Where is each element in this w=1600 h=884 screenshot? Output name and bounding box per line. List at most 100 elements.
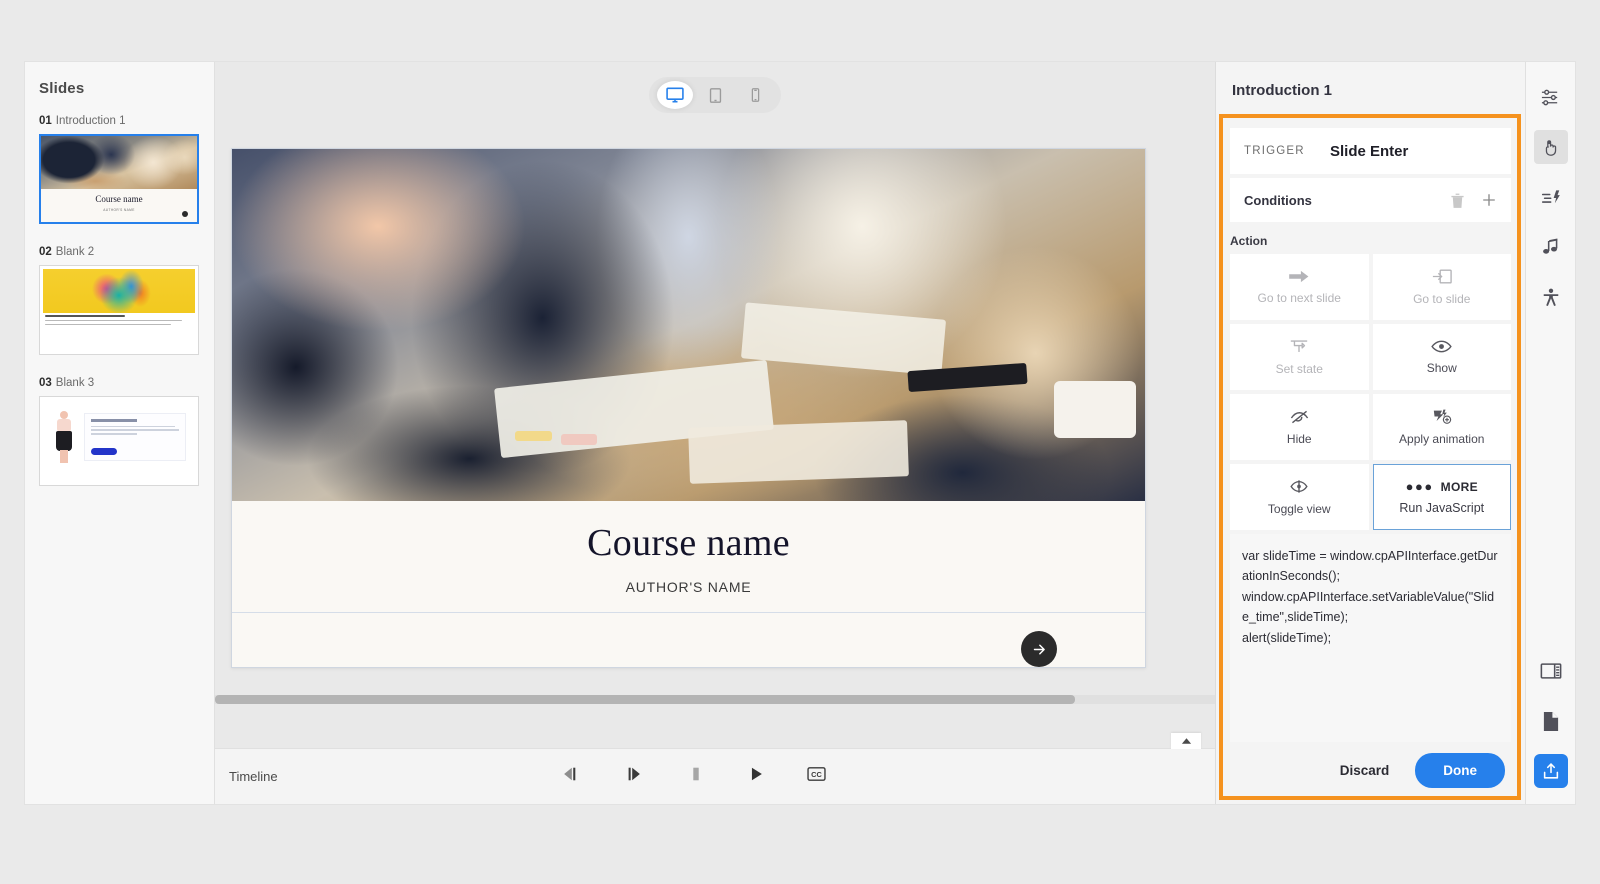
slide-thumbnail-2[interactable]	[39, 265, 199, 355]
more-dots-icon: ●●●	[1405, 479, 1434, 494]
rail-timing-button[interactable]	[1534, 180, 1568, 214]
action-section-label: Action	[1230, 234, 1268, 248]
rail-audio-button[interactable]	[1534, 230, 1568, 264]
stop-icon	[693, 767, 699, 781]
trigger-row[interactable]: TRIGGER Slide Enter	[1230, 128, 1511, 174]
action-go-to-next-slide[interactable]: Go to next slide	[1230, 254, 1369, 320]
timeline-playback-controls: CC	[559, 765, 826, 788]
slide-3-thumb-body	[44, 401, 194, 481]
rail-accessibility-button[interactable]	[1534, 280, 1568, 314]
accessibility-icon	[1543, 288, 1558, 306]
discard-button[interactable]: Discard	[1328, 755, 1402, 786]
rail-publish-button[interactable]	[1533, 754, 1568, 788]
action-apply-animation[interactable]: Apply animation	[1372, 394, 1511, 460]
slide-canvas[interactable]: Course name AUTHOR'S NAME	[231, 148, 1146, 668]
chevron-up-icon	[1181, 738, 1191, 744]
slide-item-1-number: 01	[39, 115, 52, 127]
tablet-icon	[709, 87, 721, 103]
rail-properties-button[interactable]	[1534, 80, 1568, 114]
slide-item-2[interactable]: 02 Blank 2	[25, 246, 214, 377]
tablet-preview-button[interactable]	[697, 81, 733, 109]
cc-icon: CC	[807, 767, 826, 781]
conditions-delete-button[interactable]	[1450, 192, 1465, 209]
slide-item-1-name: Introduction 1	[55, 115, 126, 127]
action-go-to-slide[interactable]: Go to slide	[1372, 254, 1511, 320]
slide-divider	[232, 612, 1145, 613]
canvas-scroll-area[interactable]: Course name AUTHOR'S NAME	[215, 128, 1215, 748]
set-state-icon	[1289, 338, 1309, 355]
javascript-code-editor[interactable]: var slideTime = window.cpAPIInterface.ge…	[1230, 534, 1511, 742]
device-toggle-group	[649, 77, 781, 113]
slide-subtitle-text[interactable]: AUTHOR'S NAME	[232, 579, 1145, 595]
authoring-app-window: Slides 01 Introduction 1 Course name AUTH…	[25, 62, 1575, 804]
slide-item-3-number: 03	[39, 377, 52, 389]
action-hide[interactable]: Hide	[1230, 394, 1369, 460]
device-preview-bar	[215, 62, 1215, 128]
interactions-hand-icon	[1545, 139, 1556, 156]
interactions-panel-header: Introduction 1	[1232, 81, 1332, 99]
mobile-preview-button[interactable]	[737, 81, 773, 109]
slide-hero-image[interactable]	[232, 149, 1145, 501]
animation-icon	[1432, 408, 1452, 425]
slide-item-2-name: Blank 2	[55, 246, 95, 258]
rail-document-button[interactable]	[1534, 704, 1568, 738]
slide-thumbnail-3[interactable]	[39, 396, 199, 486]
slide-next-button[interactable]	[1021, 631, 1057, 667]
action-more-run-javascript[interactable]: ●●● MORE Run JavaScript	[1372, 464, 1511, 530]
conditions-row: Conditions	[1230, 178, 1511, 222]
slide-item-2-number: 02	[39, 246, 52, 258]
slide-item-3-name: Blank 3	[55, 377, 95, 389]
desktop-preview-button[interactable]	[657, 81, 693, 109]
trigger-label: TRIGGER	[1244, 145, 1305, 157]
svg-text:CC: CC	[811, 770, 822, 779]
timing-animation-icon	[1541, 189, 1560, 203]
action-go-to-next-slide-label: Go to next slide	[1257, 291, 1341, 305]
more-label: MORE	[1440, 479, 1478, 494]
slide-item-1-label: 01 Introduction 1	[39, 115, 200, 127]
timeline-play-button[interactable]	[747, 765, 765, 788]
plus-icon	[1483, 194, 1495, 206]
slide-2-thumb-photo	[43, 269, 195, 313]
eye-icon	[1431, 339, 1452, 354]
arrow-right-icon	[1288, 269, 1310, 284]
rail-interactions-button[interactable]	[1533, 130, 1568, 164]
panel-layout-icon	[1540, 663, 1561, 679]
timeline-collapse-button[interactable]	[1171, 733, 1201, 749]
slide-thumbnail-1[interactable]: Course name AUTHOR'S NAME	[39, 134, 199, 224]
action-show[interactable]: Show	[1372, 324, 1511, 390]
rail-layout-button[interactable]	[1534, 654, 1568, 688]
slide-3-thumb-character	[54, 411, 74, 463]
slide-item-1[interactable]: 01 Introduction 1 Course name AUTHOR'S NA…	[25, 115, 214, 246]
timeline-stop-button[interactable]	[687, 765, 705, 788]
action-show-label: Show	[1426, 361, 1457, 375]
play-icon	[751, 767, 762, 781]
slide-item-2-label: 02 Blank 2	[39, 246, 200, 258]
canvas-horizontal-scrollbar[interactable]	[215, 695, 1215, 704]
action-go-to-slide-label: Go to slide	[1413, 292, 1471, 306]
slide-3-thumb-card	[84, 413, 186, 461]
timeline-step-back-button[interactable]	[559, 765, 581, 788]
slide-item-3[interactable]: 03 Blank 3	[25, 377, 214, 508]
slide-1-thumb-title: Course name	[95, 193, 143, 204]
action-apply-animation-label: Apply animation	[1399, 432, 1485, 446]
action-toggle-view-label: Toggle view	[1267, 502, 1331, 516]
action-toggle-view[interactable]: Toggle view	[1230, 464, 1369, 530]
stage: Course name AUTHOR'S NAME Timeline CC	[215, 62, 1215, 804]
step-forward-icon	[628, 767, 640, 781]
slides-panel-title: Slides	[39, 80, 85, 97]
slides-panel: Slides 01 Introduction 1 Course name AUTH…	[25, 62, 215, 804]
enter-slide-icon	[1432, 268, 1452, 285]
conditions-add-button[interactable]	[1481, 192, 1497, 208]
trigger-value[interactable]: Slide Enter	[1330, 143, 1408, 160]
canvas-scrollbar-thumb[interactable]	[215, 695, 1075, 704]
slide-title-text[interactable]: Course name	[232, 521, 1145, 565]
done-button[interactable]: Done	[1415, 752, 1505, 788]
interactions-panel-footer: Discard Done	[1216, 742, 1525, 804]
timeline-cc-button[interactable]: CC	[807, 766, 826, 787]
eye-off-icon	[1289, 409, 1310, 425]
action-set-state[interactable]: Set state	[1230, 324, 1369, 390]
slide-1-thumb-next-dot	[182, 211, 188, 217]
slide-1-thumb-subtitle: AUTHOR'S NAME	[103, 207, 135, 212]
slide-item-3-label: 03 Blank 3	[39, 377, 200, 389]
timeline-step-forward-button[interactable]	[623, 765, 645, 788]
